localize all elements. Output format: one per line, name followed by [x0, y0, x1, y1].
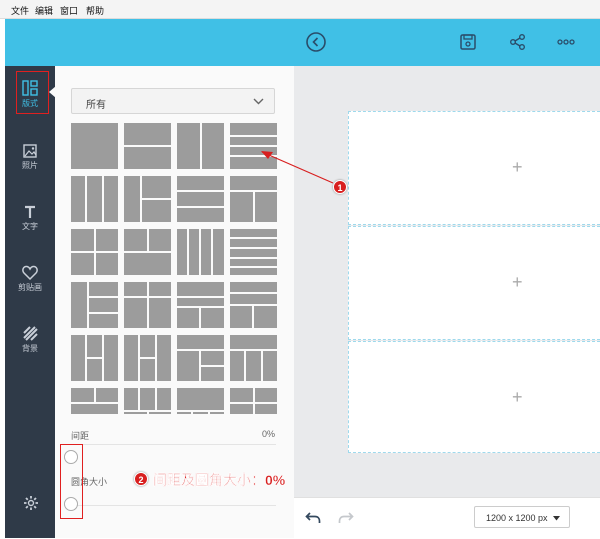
- add-photo-glyph: +: [512, 387, 523, 407]
- layout-thumbnail[interactable]: [230, 176, 277, 222]
- save-icon[interactable]: [457, 31, 479, 53]
- annotation-text: 间距及圆角大小：0%: [153, 472, 286, 488]
- layout-thumbnail[interactable]: [230, 282, 277, 328]
- layout-thumbnail[interactable]: [71, 229, 118, 275]
- panel-header: [5, 19, 294, 66]
- left-nav: [5, 66, 55, 538]
- layout-thumbnail[interactable]: [230, 335, 277, 381]
- layout-thumbnail[interactable]: [230, 123, 277, 169]
- spacing-label: 间距: [71, 431, 90, 441]
- radius-slider-track[interactable]: [71, 505, 276, 506]
- photo-icon: [23, 144, 37, 158]
- canvas-size-select[interactable]: 1200 x 1200 px: [474, 506, 570, 528]
- nav-photos[interactable]: 照片: [5, 144, 55, 171]
- settings-gear-icon[interactable]: [23, 495, 39, 511]
- layout-thumbnail[interactable]: [177, 388, 224, 414]
- layout-thumbnail[interactable]: [71, 176, 118, 222]
- share-icon[interactable]: [507, 31, 529, 53]
- nav-photos-label: 照片: [22, 161, 38, 170]
- layout-highlight-box: [16, 71, 49, 114]
- layout-filter-value: 所有: [86, 100, 106, 111]
- text-icon: [25, 205, 35, 218]
- menu-bar: 文件 编辑 窗口 帮助: [0, 0, 600, 19]
- add-photo-glyph: +: [512, 157, 523, 177]
- background-icon: [22, 326, 38, 341]
- layout-thumbnail[interactable]: [124, 123, 171, 169]
- layout-thumbnail[interactable]: [177, 282, 224, 328]
- menu-file[interactable]: 文件: [11, 4, 29, 17]
- nav-background[interactable]: 背景: [5, 326, 55, 354]
- annotation-badge-1: 1: [333, 180, 347, 194]
- chevron-down-icon: [253, 98, 264, 105]
- caret-down-icon: [553, 516, 560, 521]
- layout-thumbnail[interactable]: [230, 229, 277, 275]
- nav-background-label: 背景: [22, 344, 38, 353]
- add-photo-glyph: +: [512, 272, 523, 292]
- layout-thumbnail[interactable]: [230, 388, 277, 414]
- more-icon[interactable]: [555, 31, 577, 53]
- layout-thumbnail[interactable]: [177, 123, 224, 169]
- menu-help[interactable]: 帮助: [86, 4, 104, 17]
- layout-thumbnail[interactable]: [124, 335, 171, 381]
- nav-clipart-label: 剪贴画: [18, 283, 42, 292]
- photo-slot[interactable]: +: [348, 111, 600, 225]
- photo-slot[interactable]: +: [348, 341, 600, 453]
- layout-thumbnail[interactable]: [124, 282, 171, 328]
- heart-icon: [22, 265, 38, 280]
- panel-pointer: [49, 86, 56, 98]
- photo-slot[interactable]: +: [348, 226, 600, 340]
- redo-icon[interactable]: [338, 511, 354, 524]
- spacing-value: 0%: [262, 429, 276, 439]
- back-icon[interactable]: [305, 31, 327, 53]
- nav-text[interactable]: 文字: [5, 205, 55, 232]
- layout-thumbnail[interactable]: [177, 335, 224, 381]
- annotation-badge-2: 2: [134, 472, 148, 486]
- layout-thumbnail[interactable]: [124, 176, 171, 222]
- layout-thumbnail[interactable]: [124, 388, 171, 414]
- slider-highlight-box: [60, 444, 83, 519]
- layout-thumbnail[interactable]: [71, 388, 118, 414]
- spacing-slider-track[interactable]: [71, 444, 276, 445]
- nav-clipart[interactable]: 剪贴画: [5, 265, 55, 293]
- layout-thumbnail[interactable]: [124, 229, 171, 275]
- layout-thumbnail[interactable]: [71, 335, 118, 381]
- menu-window[interactable]: 窗口: [60, 4, 78, 17]
- menu-edit[interactable]: 编辑: [35, 4, 53, 17]
- layout-thumbnail[interactable]: [71, 282, 118, 328]
- canvas-size-value: 1200 x 1200 px: [486, 513, 548, 523]
- undo-icon[interactable]: [305, 511, 321, 524]
- nav-text-label: 文字: [22, 222, 38, 231]
- layout-thumbnail[interactable]: [177, 176, 224, 222]
- layout-thumbnail[interactable]: [71, 123, 118, 169]
- layout-thumbnail[interactable]: [177, 229, 224, 275]
- layout-filter-dropdown[interactable]: 所有: [71, 88, 275, 114]
